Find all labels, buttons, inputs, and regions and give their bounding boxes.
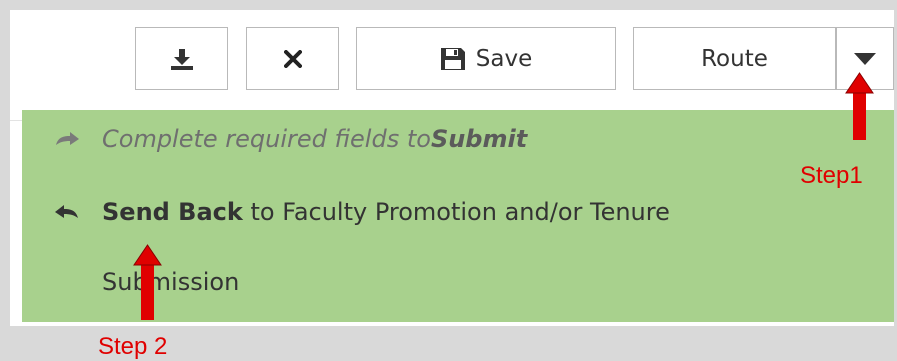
menu-item-send-back-suffix: to Faculty Promotion and/or Tenure [242,198,670,226]
step2-arrow [133,244,162,320]
step1-label: Step1 [800,162,863,189]
arrow-left-icon [54,198,80,226]
menu-item-submit-bold: Submit [430,125,528,153]
download-button[interactable] [135,27,228,90]
menu-item-submit: Complete required fields to Submit [56,125,528,153]
save-button[interactable]: Save [356,27,616,90]
floppy-disk-icon [440,47,466,71]
download-icon [169,47,195,71]
close-icon [283,49,302,68]
step1-arrow [845,72,874,140]
menu-item-send-back[interactable]: Send Back to Faculty Promotion and/or Te… [55,198,670,226]
route-label: Route [701,45,768,72]
menu-item-submit-prefix: Complete required fields to [102,125,431,153]
save-button-content: Save [440,46,532,72]
menu-item-send-back-continuation-text: Submission [102,268,240,296]
screen: Save Route Complete required fields to S… [0,0,897,361]
route-button[interactable]: Route [633,27,836,90]
step2-label: Step 2 [98,333,168,360]
menu-item-send-back-bold: Send Back [102,198,243,226]
close-button[interactable] [246,27,339,90]
caret-down-icon [853,52,877,66]
save-label: Save [475,45,533,72]
menu-item-send-back-continuation[interactable]: Submission [102,268,239,296]
arrow-right-icon [54,125,80,153]
